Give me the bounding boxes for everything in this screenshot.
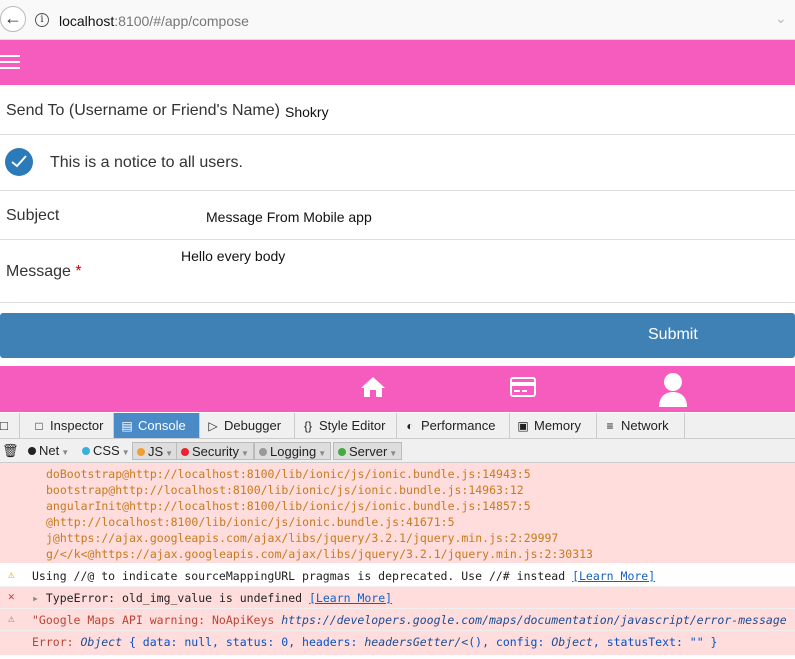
hamburger-menu-icon[interactable] <box>0 55 20 69</box>
tab-inspector[interactable]: □ Inspector <box>26 413 114 438</box>
required-mark: * <box>75 263 82 280</box>
braces-icon: {} <box>303 419 312 433</box>
gauge-icon: ◐ <box>406 419 414 433</box>
stack-line[interactable]: g/</k<@https://ajax.googleapis.com/ajax/… <box>46 547 593 561</box>
message-textarea[interactable]: Hello every body <box>181 248 285 264</box>
bottom-tab-bar <box>0 366 795 412</box>
message-label: Message * <box>6 263 82 280</box>
console-output: doBootstrap@http://localhost:8100/lib/io… <box>0 463 795 659</box>
filter-net[interactable]: Net ▼ <box>24 442 73 460</box>
card-icon[interactable] <box>510 377 536 397</box>
profile-icon[interactable] <box>658 372 688 408</box>
home-icon[interactable] <box>360 376 386 398</box>
memory-icon: ▣ <box>517 419 529 433</box>
console-error-object: Error: Object { data: null, status: 0, h… <box>0 631 795 655</box>
tab-style-editor[interactable]: {} Style Editor <box>295 413 397 438</box>
filter-js[interactable]: JS ▼ <box>132 442 179 460</box>
url-dropdown-icon[interactable]: ⌄ <box>775 10 787 27</box>
send-to-label: Send To (Username or Friend's Name) <box>6 102 280 119</box>
address-field[interactable]: localhost:8100/#/app/compose <box>59 13 249 29</box>
subject-input[interactable]: Message From Mobile app <box>206 209 372 225</box>
subject-row: Subject Message From Mobile app <box>0 191 795 240</box>
message-row: Message * Hello every body <box>0 240 795 303</box>
url-path: :8100/#/app/compose <box>114 13 249 29</box>
warning-icon: ⚠ <box>8 568 15 581</box>
object-link[interactable]: Object <box>80 635 122 649</box>
inspector-icon: □ <box>35 419 43 433</box>
checkmark-icon <box>11 155 27 168</box>
filter-server[interactable]: Server ▼ <box>333 442 403 460</box>
notice-label: This is a notice to all users. <box>50 154 243 171</box>
tab-network[interactable]: ≡ Network <box>597 413 685 438</box>
tab-debugger[interactable]: ▷ Debugger <box>200 413 295 438</box>
trash-icon[interactable]: 🗑 <box>0 442 23 460</box>
info-icon[interactable]: i <box>35 13 49 27</box>
notice-row[interactable]: This is a notice to all users. <box>0 135 795 191</box>
console-error: ✕ ▸ TypeError: old_img_value is undefine… <box>0 587 795 609</box>
stack-trace: doBootstrap@http://localhost:8100/lib/io… <box>0 463 795 563</box>
gmaps-link[interactable]: https://developers.google.com/maps/docum… <box>281 613 786 627</box>
url-host: localhost <box>59 13 115 29</box>
back-arrow-icon[interactable]: ← <box>0 6 26 32</box>
notice-checkbox[interactable] <box>5 148 33 176</box>
filter-css[interactable]: CSS ▼ <box>78 442 134 460</box>
pick-element-icon[interactable]: □ <box>0 413 20 438</box>
console-filter-bar: 🗑 Net ▼ CSS ▼ JS ▼ Security ▼ Logging ▼ Serve… <box>0 439 795 463</box>
browser-url-bar: ← i localhost:8100/#/app/compose ⌄ <box>0 0 795 40</box>
error-icon: ✕ <box>8 590 15 603</box>
learn-more-link[interactable]: [Learn More] <box>309 591 392 605</box>
app-header <box>0 40 795 85</box>
stack-line[interactable]: j@https://ajax.googleapis.com/ajax/libs/… <box>46 531 558 545</box>
filter-logging[interactable]: Logging ▼ <box>254 442 332 460</box>
send-to-row: Send To (Username or Friend's Name) Shok… <box>0 85 795 135</box>
devtools-toolbar: □ □ Inspector ▤ Console ▷ Debugger {} Style … <box>0 413 795 439</box>
console-warning: ⚠ Using //@ to indicate sourceMappingURL… <box>0 565 795 587</box>
expand-arrow-icon[interactable]: ▸ <box>32 591 39 605</box>
tab-memory[interactable]: ▣ Memory <box>510 413 597 438</box>
learn-more-link[interactable]: [Learn More] <box>572 569 655 583</box>
warning-icon: ⚠ <box>8 612 15 625</box>
tab-performance[interactable]: ◐ Performance <box>397 413 510 438</box>
subject-label: Subject <box>6 207 60 224</box>
stack-line[interactable]: doBootstrap@http://localhost:8100/lib/io… <box>46 467 531 481</box>
stack-line[interactable]: bootstrap@http://localhost:8100/lib/ioni… <box>46 483 524 497</box>
submit-label: Submit <box>648 326 698 343</box>
stack-line[interactable]: @http://localhost:8100/lib/ionic/js/ioni… <box>46 515 455 529</box>
submit-button[interactable]: Submit <box>0 313 795 358</box>
console-gmaps-warning: ⚠ "Google Maps API warning: NoApiKeys ht… <box>0 609 795 631</box>
console-icon: ▤ <box>121 419 133 433</box>
send-to-input[interactable]: Shokry <box>285 104 329 120</box>
stack-line[interactable]: angularInit@http://localhost:8100/lib/io… <box>46 499 531 513</box>
filter-security[interactable]: Security ▼ <box>176 442 254 460</box>
tab-console[interactable]: ▤ Console <box>114 413 200 438</box>
debugger-icon: ▷ <box>208 419 218 433</box>
network-icon: ≡ <box>606 419 614 433</box>
